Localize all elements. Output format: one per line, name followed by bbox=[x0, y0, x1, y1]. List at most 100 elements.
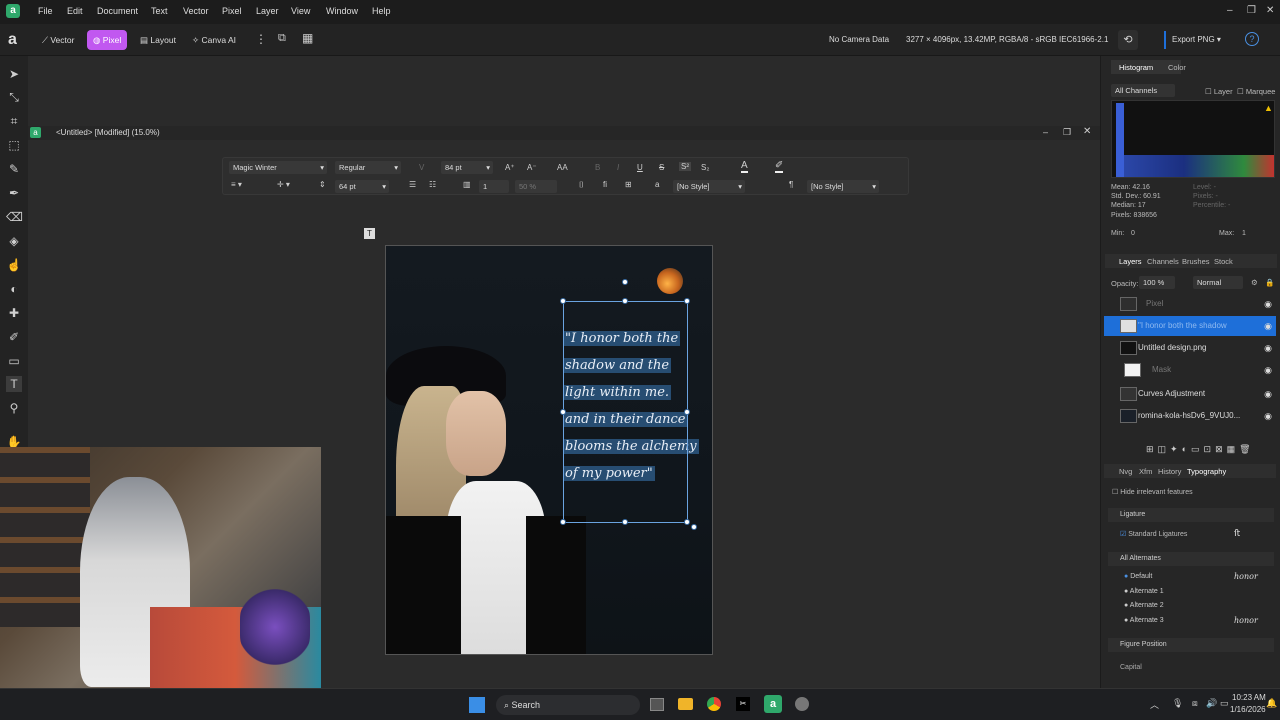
hide-irrelevant-checkbox[interactable]: ☐ Hide irrelevant features bbox=[1112, 488, 1193, 496]
layer-row[interactable]: Curves Adjustment ◉ bbox=[1104, 384, 1276, 404]
columns-field[interactable]: 1 bbox=[479, 180, 509, 193]
eyedropper-tool-icon[interactable]: ⚲ bbox=[6, 400, 22, 416]
network-icon[interactable]: ⧈ bbox=[1192, 698, 1198, 709]
char-icon[interactable]: a bbox=[655, 180, 659, 189]
rotate-handle[interactable] bbox=[622, 279, 628, 285]
kerning-icon[interactable]: V bbox=[419, 163, 424, 172]
clock-time[interactable]: 10:23 AM bbox=[1232, 693, 1266, 702]
tab-brushes[interactable]: Brushes bbox=[1182, 257, 1210, 266]
alt-1-radio[interactable]: ● Alternate 1 bbox=[1124, 588, 1164, 595]
eye-icon[interactable]: ◉ bbox=[1264, 316, 1272, 336]
selection-handle[interactable] bbox=[560, 298, 566, 304]
clock-date[interactable]: 1/16/2026 bbox=[1230, 705, 1266, 714]
volume-icon[interactable]: 🔊 bbox=[1206, 698, 1217, 709]
tab-layers[interactable]: Layers bbox=[1119, 257, 1142, 266]
menu-vector[interactable]: Vector bbox=[183, 6, 209, 16]
grid-icon[interactable]: ▦ bbox=[302, 31, 313, 45]
eye-icon[interactable]: ◉ bbox=[1264, 384, 1272, 404]
persona-canva-button[interactable]: ✧ Canva AI bbox=[186, 30, 242, 50]
export-png-button[interactable]: Export PNG ▾ bbox=[1164, 31, 1227, 49]
vertical-align-icon[interactable]: ✛ ▾ bbox=[277, 180, 290, 189]
selection-handle[interactable] bbox=[684, 409, 690, 415]
superscript-icon[interactable]: S² bbox=[679, 162, 691, 171]
text-color-icon[interactable]: A bbox=[741, 160, 748, 173]
tab-color[interactable]: Color bbox=[1168, 63, 1186, 72]
gutter-field[interactable]: 50 % bbox=[515, 180, 557, 193]
tab-histogram[interactable]: Histogram bbox=[1119, 63, 1153, 72]
selection-handle[interactable] bbox=[622, 298, 628, 304]
eye-icon[interactable]: ◉ bbox=[1264, 406, 1272, 426]
marquee-tool-icon[interactable]: ⬚ bbox=[6, 137, 22, 153]
marquee-checkbox[interactable]: ☐ Marquee bbox=[1237, 87, 1275, 96]
tab-typography[interactable]: Typography bbox=[1187, 467, 1226, 476]
tab-channels[interactable]: Channels bbox=[1147, 257, 1179, 266]
text-tool-icon[interactable]: T bbox=[6, 376, 22, 392]
menu-layer[interactable]: Layer bbox=[256, 6, 279, 16]
leading-icon[interactable]: ⇕ bbox=[319, 180, 326, 189]
layer-checkbox[interactable]: ☐ Layer bbox=[1205, 87, 1233, 96]
highlight-color-icon[interactable]: ✐ bbox=[775, 160, 784, 173]
doc-minimize-icon[interactable]: – bbox=[1043, 127, 1048, 137]
more-icon[interactable]: ⋮ bbox=[255, 32, 267, 46]
eraser-tool-icon[interactable]: ⌫ bbox=[6, 209, 23, 225]
wrap-icon[interactable]: ⊞ bbox=[625, 180, 632, 189]
shape-tool-icon[interactable]: ▭ bbox=[6, 353, 22, 369]
layer-row[interactable]: Untitled design.png ◉ bbox=[1104, 338, 1276, 358]
eye-icon[interactable]: ◉ bbox=[1264, 338, 1272, 358]
capital-section[interactable]: Capital bbox=[1120, 664, 1142, 671]
menu-text[interactable]: Text bbox=[151, 6, 168, 16]
channels-dropdown[interactable]: All Channels bbox=[1111, 84, 1175, 97]
alt-2-radio[interactable]: ● Alternate 2 bbox=[1124, 602, 1164, 609]
crop-tool-icon[interactable]: ⌗ bbox=[6, 113, 22, 129]
menu-view[interactable]: View bbox=[291, 6, 310, 16]
eye-icon[interactable]: ◉ bbox=[1264, 360, 1272, 380]
smudge-tool-icon[interactable]: ☝ bbox=[6, 257, 22, 273]
document-tab[interactable]: a <Untitled> [Modified] (15.0%) – ❐ ✕ bbox=[28, 126, 1100, 140]
pilcrow-icon[interactable]: ¶ bbox=[789, 180, 793, 189]
selection-handle[interactable] bbox=[684, 519, 690, 525]
decrease-size-icon[interactable]: A⁻ bbox=[527, 163, 537, 172]
menu-pixel[interactable]: Pixel bbox=[222, 6, 242, 16]
doc-close-icon[interactable]: ✕ bbox=[1083, 126, 1091, 137]
snap-icon[interactable]: ⧉ bbox=[278, 32, 286, 45]
columns-icon[interactable]: ▥ bbox=[463, 180, 471, 189]
italic-icon[interactable]: I bbox=[617, 163, 619, 172]
all-alternates-section[interactable]: All Alternates bbox=[1108, 552, 1274, 566]
taskbar-search[interactable]: ⌕ Search bbox=[496, 695, 640, 715]
font-size-field[interactable]: 84 pt ▾ bbox=[441, 161, 493, 174]
selection-handle[interactable] bbox=[684, 298, 690, 304]
menu-edit[interactable]: Edit bbox=[67, 6, 83, 16]
tab-transform[interactable]: Xfm bbox=[1139, 467, 1152, 476]
restore-icon[interactable]: ❐ bbox=[1247, 5, 1256, 16]
underline-icon[interactable]: U bbox=[637, 163, 643, 172]
move-tool-icon[interactable]: ➤ bbox=[6, 66, 22, 82]
layer-row[interactable]: Mask ◉ bbox=[1104, 360, 1276, 380]
persona-layout-button[interactable]: ▤ Layout bbox=[134, 30, 182, 50]
layer-row[interactable]: Pixel ◉ bbox=[1104, 294, 1276, 314]
bullets-icon[interactable]: ☰ bbox=[409, 180, 416, 189]
caps-icon[interactable]: AA bbox=[557, 163, 568, 172]
standard-ligatures-checkbox[interactable]: ☑ Standard Ligatures bbox=[1120, 530, 1187, 538]
selection-handle[interactable] bbox=[622, 519, 628, 525]
selection-handle[interactable] bbox=[560, 409, 566, 415]
selection-handle[interactable] bbox=[560, 519, 566, 525]
menu-file[interactable]: File bbox=[38, 6, 53, 16]
fill-tool-icon[interactable]: ◈ bbox=[6, 233, 22, 249]
align-left-icon[interactable]: ≡ ▾ bbox=[231, 180, 242, 189]
min-value[interactable]: 0 bbox=[1131, 230, 1135, 237]
strikethrough-icon[interactable]: S bbox=[659, 163, 664, 172]
bold-icon[interactable]: B bbox=[595, 163, 600, 172]
affinity-taskbar-icon[interactable]: a bbox=[764, 695, 782, 713]
tab-navigator[interactable]: Nvg bbox=[1119, 467, 1132, 476]
persona-pixel-button[interactable]: ◍ Pixel bbox=[87, 30, 128, 50]
opacity-field[interactable]: 100 % bbox=[1139, 276, 1175, 289]
leading-field[interactable]: 64 pt ▾ bbox=[335, 180, 389, 193]
paragraph-style-dropdown[interactable]: [No Style] ▾ bbox=[673, 180, 745, 193]
numbering-icon[interactable]: ☷ bbox=[429, 180, 436, 189]
layer-actions-bar[interactable]: ⊞◫✦◐▭⊡⊠▦🗑 bbox=[1146, 444, 1272, 456]
quick-action-icon[interactable]: ⟲ bbox=[1118, 30, 1138, 50]
retouch-tool-icon[interactable]: ✚ bbox=[6, 305, 22, 321]
alt-default-radio[interactable]: ● Default bbox=[1124, 573, 1152, 580]
ligature-section[interactable]: Ligature bbox=[1108, 508, 1274, 522]
frame-icon[interactable]: ⌷ bbox=[579, 180, 584, 190]
